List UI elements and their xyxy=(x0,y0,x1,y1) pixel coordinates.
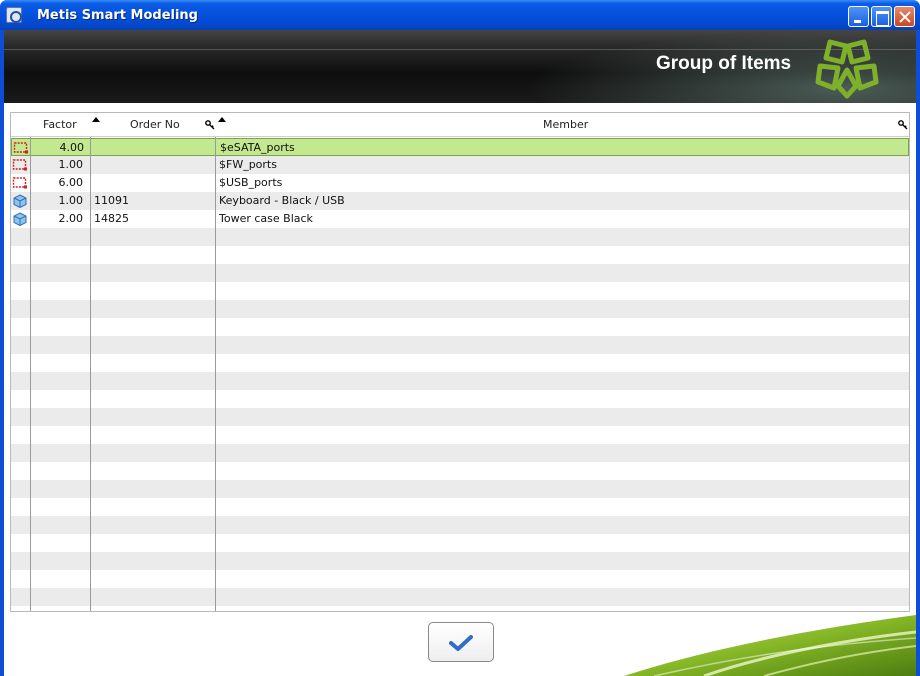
table-row[interactable] xyxy=(11,264,909,282)
table-row[interactable] xyxy=(11,300,909,318)
page-title: Group of Items xyxy=(656,53,792,74)
table-row[interactable] xyxy=(11,228,909,246)
cell-member: $FW_ports xyxy=(219,158,277,171)
table-row[interactable]: 6.00 $USB_ports xyxy=(11,174,909,192)
table-row[interactable] xyxy=(11,354,909,372)
column-header-order-no[interactable]: Order No xyxy=(130,113,180,137)
minimize-button[interactable] xyxy=(848,6,869,27)
column-header-member[interactable]: Member xyxy=(543,113,588,137)
cell-order-no: 11091 xyxy=(94,194,129,207)
key-icon[interactable] xyxy=(205,120,215,130)
title-bar[interactable]: Metis Smart Modeling xyxy=(0,0,920,30)
key-icon[interactable] xyxy=(898,120,908,130)
table-row[interactable] xyxy=(11,534,909,552)
table-row[interactable] xyxy=(11,372,909,390)
table-row[interactable]: 1.00 $FW_ports xyxy=(11,156,909,174)
item-cube-icon xyxy=(13,212,27,226)
table-row[interactable] xyxy=(11,444,909,462)
close-button[interactable] xyxy=(894,6,915,27)
table-row[interactable] xyxy=(11,498,909,516)
cell-order-no xyxy=(94,174,214,192)
cell-factor: 1.00 xyxy=(58,158,84,171)
table-row[interactable] xyxy=(11,588,909,606)
item-cube-icon xyxy=(13,194,27,208)
checkmark-icon xyxy=(449,635,473,651)
logo-icon xyxy=(815,39,879,99)
cell-order-no xyxy=(94,156,214,174)
items-table[interactable]: Factor Order No Member 4.00 $eSATA_ports 1… xyxy=(10,112,910,612)
table-row[interactable] xyxy=(11,516,909,534)
table-row[interactable] xyxy=(11,390,909,408)
header-banner: Group of Items xyxy=(4,30,916,103)
table-row[interactable] xyxy=(11,246,909,264)
table-row[interactable] xyxy=(11,480,909,498)
sort-asc-icon[interactable] xyxy=(218,117,226,122)
column-header-factor[interactable]: Factor xyxy=(43,113,77,137)
cell-order-no xyxy=(95,139,215,157)
table-row[interactable]: 2.00 14825 Tower case Black xyxy=(11,210,909,228)
cell-factor: 6.00 xyxy=(58,176,84,189)
table-header: Factor Order No Member xyxy=(11,113,909,137)
cell-factor: 1.00 xyxy=(58,194,84,207)
app-icon[interactable] xyxy=(6,7,22,23)
maximize-button[interactable] xyxy=(871,6,892,27)
cell-member: Keyboard - Black / USB xyxy=(219,194,345,207)
cell-member: $USB_ports xyxy=(219,176,283,189)
table-body: 4.00 $eSATA_ports 1.00 $FW_ports 6.00 $USB_po… xyxy=(11,138,909,606)
cell-factor: 2.00 xyxy=(58,212,84,225)
cell-member: $eSATA_ports xyxy=(220,141,295,154)
sort-asc-icon[interactable] xyxy=(92,117,100,122)
window-title: Metis Smart Modeling xyxy=(37,8,198,23)
table-row[interactable] xyxy=(11,552,909,570)
table-row[interactable] xyxy=(11,426,909,444)
table-row[interactable]: 1.00 11091 Keyboard - Black / USB xyxy=(11,192,909,210)
app-window: Metis Smart Modeling Group of Items Fact xyxy=(0,0,920,676)
table-row[interactable]: 4.00 $eSATA_ports xyxy=(11,138,909,156)
table-row[interactable] xyxy=(11,408,909,426)
table-row[interactable] xyxy=(11,318,909,336)
ok-button[interactable] xyxy=(428,622,494,662)
table-row[interactable] xyxy=(11,282,909,300)
cell-order-no: 14825 xyxy=(94,212,129,225)
group-icon xyxy=(13,142,28,154)
group-icon xyxy=(12,159,27,171)
table-row[interactable] xyxy=(11,570,909,588)
cell-factor: 4.00 xyxy=(59,141,85,154)
dialog-client: Group of Items Factor Order No Member 4.… xyxy=(4,30,916,676)
table-row[interactable] xyxy=(11,462,909,480)
group-icon xyxy=(12,177,27,189)
cell-member: Tower case Black xyxy=(219,212,313,225)
table-row[interactable] xyxy=(11,336,909,354)
